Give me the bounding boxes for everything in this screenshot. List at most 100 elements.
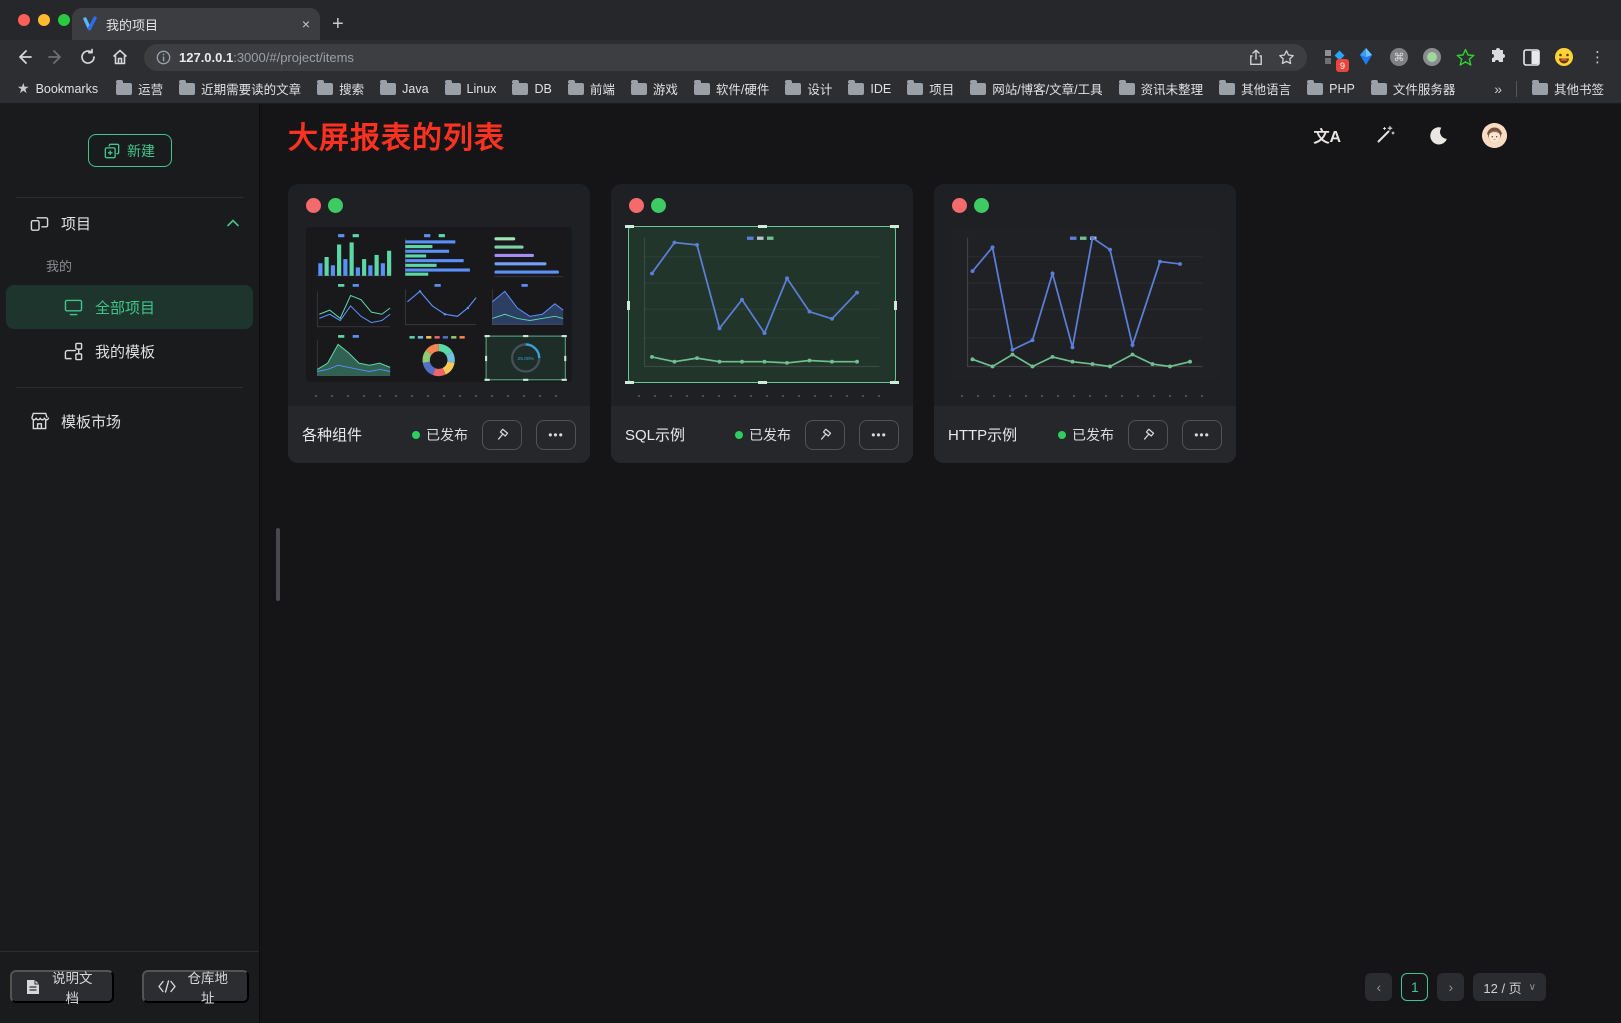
sidebar-item-my-templates[interactable]: 我的模板 [6,329,253,373]
bookmark-star-icon[interactable] [1278,49,1295,66]
mini-area-chart [484,283,567,331]
back-icon[interactable] [10,43,38,71]
next-page-button[interactable]: › [1437,973,1464,1001]
more-actions-button[interactable]: ••• [536,420,576,450]
bookmark-folder[interactable]: PHP [1300,79,1362,99]
bookmark-folder[interactable]: 网站/博客/文章/工具 [963,76,1109,101]
bookmark-folder[interactable]: 搜索 [310,76,371,101]
extension-badge: 9 [1336,59,1349,72]
edit-project-button[interactable] [805,420,845,450]
selection-handle[interactable] [894,301,897,310]
scrollbar-thumb[interactable] [276,528,280,601]
new-project-button[interactable]: 新建 [88,134,172,167]
edit-project-button[interactable] [1128,420,1168,450]
project-title: SQL示例 [625,424,725,445]
extension-emoji-icon[interactable] [1552,45,1576,69]
folder-icon [970,83,986,95]
chevron-up-icon[interactable] [227,219,239,227]
bookmark-folder[interactable]: 文件服务器 [1364,76,1463,101]
sidebar-item-all-projects[interactable]: 全部项目 [6,285,253,329]
folder-icon [848,83,864,95]
new-project-label: 新建 [127,141,155,161]
bookmark-folder[interactable]: Java [373,79,435,99]
user-avatar[interactable] [1482,123,1507,148]
language-icon[interactable]: 文A [1313,123,1341,147]
sidebar-item-label: 我的模板 [95,341,155,362]
browser-tab[interactable]: 我的项目 × [72,8,320,40]
zoom-window-button[interactable] [58,14,70,26]
red-dot [629,198,644,213]
project-card[interactable]: SQL示例 已发布 ••• [611,184,913,463]
selection-handle[interactable] [625,381,634,384]
edit-project-button[interactable] [482,420,522,450]
more-actions-button[interactable]: ••• [1182,420,1222,450]
folder-icon [380,83,396,95]
project-card[interactable]: 25.00% 各种组件 已发布 [288,184,590,463]
minimize-window-button[interactable] [38,14,50,26]
bookmark-folder[interactable]: 前端 [561,76,622,101]
selection-handle[interactable] [625,225,634,228]
extensions-puzzle-icon[interactable] [1486,45,1510,69]
tab-close-icon[interactable]: × [302,16,310,32]
share-icon[interactable] [1248,49,1264,66]
bookmark-folder[interactable]: 项目 [900,76,961,101]
repo-button[interactable]: 仓库地址 [142,970,249,1003]
bookmark-folder[interactable]: 近期需要读的文章 [172,76,308,101]
bookmark-folder-label: 搜索 [339,79,364,98]
bookmark-folder-label: 前端 [590,79,615,98]
bookmarks-overflow-icon[interactable]: » [1488,81,1508,97]
site-info-icon[interactable] [156,50,171,65]
current-page-button[interactable]: 1 [1401,973,1428,1001]
bookmark-folder-label: Linux [467,82,497,96]
selection-handle[interactable] [890,381,899,384]
more-actions-button[interactable]: ••• [859,420,899,450]
home-icon[interactable] [106,43,134,71]
reload-icon[interactable] [74,43,102,71]
bookmark-folder[interactable]: Linux [438,79,504,99]
extension-command-icon[interactable]: ⌘ [1387,45,1411,69]
mini-gradient-hbar-chart [484,232,567,280]
status-badge: 已发布 [735,425,791,445]
pagination: ‹ 1 › 12 / 页 ∨ [1365,973,1546,1001]
project-card[interactable]: HTTP示例 已发布 ••• [934,184,1236,463]
hammer-icon [1140,427,1156,443]
bookmarks-manager[interactable]: ★ Bookmarks [10,77,105,100]
url-bar[interactable]: 127.0.0.1:3000/#/project/items [144,44,1307,71]
selection-handle[interactable] [758,381,767,384]
docs-button[interactable]: 说明文档 [10,970,114,1003]
bookmark-folder[interactable]: 设计 [778,76,839,101]
bookmark-folder[interactable]: 游戏 [624,76,685,101]
extension-darkreader-icon[interactable] [1519,45,1543,69]
selection-handle[interactable] [758,225,767,228]
prev-page-button[interactable]: ‹ [1365,973,1392,1001]
traffic-lights[interactable] [18,14,70,26]
extension-star-icon[interactable] [1453,45,1477,69]
sidebar: 新建 项目 我的 全部项目 [0,104,260,1023]
bookmark-folder[interactable]: 其他语言 [1212,76,1298,101]
page-size-select[interactable]: 12 / 页 ∨ [1473,973,1546,1001]
other-bookmarks[interactable]: 其他书签 [1525,76,1611,101]
dark-mode-moon-icon[interactable] [1429,126,1448,145]
extension-blocks-icon[interactable]: 9 [1321,45,1345,69]
copy-plus-icon [104,143,120,159]
sidebar-item-template-market[interactable]: 模板市场 [0,396,259,446]
browser-menu-icon[interactable]: ⋮ [1584,48,1611,66]
extension-kite-icon[interactable] [1354,45,1378,69]
close-window-button[interactable] [18,14,30,26]
card-footer: SQL示例 已发布 ••• [611,406,913,463]
bookmark-folder[interactable]: 资讯未整理 [1112,76,1211,101]
magic-wand-icon[interactable] [1375,125,1395,145]
folder-icon [1371,83,1387,95]
sidebar-group-projects[interactable]: 项目 [0,198,259,248]
bookmark-folder-label: 资讯未整理 [1141,79,1204,98]
selection-handle[interactable] [627,301,630,310]
bookmark-folder[interactable]: IDE [841,79,898,99]
bookmark-folder[interactable]: 运营 [109,76,170,101]
selection-handle[interactable] [890,225,899,228]
forward-icon[interactable] [42,43,70,71]
bookmark-folder[interactable]: 软件/硬件 [687,76,776,101]
bookmark-folder[interactable]: DB [505,79,558,99]
bookmark-folder-label: DB [534,82,551,96]
extension-record-icon[interactable] [1420,45,1444,69]
new-tab-button[interactable]: + [332,10,344,38]
